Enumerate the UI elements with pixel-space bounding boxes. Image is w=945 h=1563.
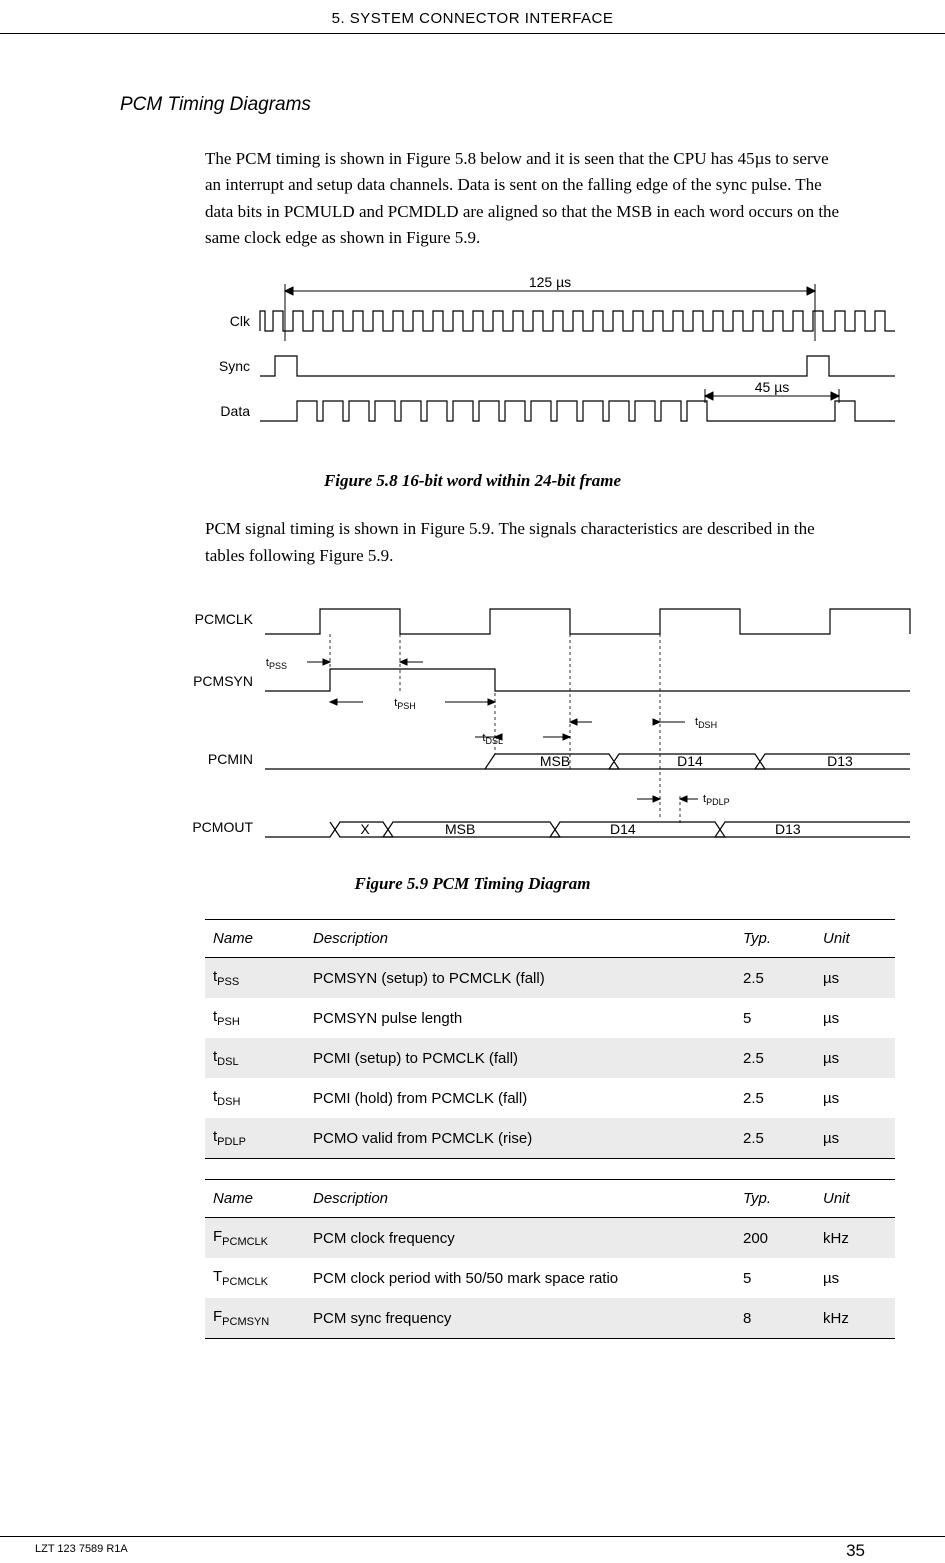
svg-text:Clk: Clk (230, 313, 251, 329)
figure-5-9-caption: Figure 5.9 PCM Timing Diagram (80, 874, 865, 894)
table-row: tDSLPCMI (setup) to PCMCLK (fall)2.5µs (205, 1038, 895, 1078)
table-header: Unit (815, 1180, 895, 1218)
paragraph-2: PCM signal timing is shown in Figure 5.9… (205, 516, 845, 569)
table-header: Name (205, 1180, 305, 1218)
footer-docid: LZT 123 7589 R1A (35, 1543, 128, 1555)
table-row: FPCMCLKPCM clock frequency200kHz (205, 1218, 895, 1259)
svg-text:MSB: MSB (540, 753, 570, 769)
svg-text:D13: D13 (827, 753, 853, 769)
table-header: Name (205, 920, 305, 958)
svg-text:Sync: Sync (219, 358, 250, 374)
svg-text:D14: D14 (677, 753, 703, 769)
svg-text:tPDLP: tPDLP (703, 793, 730, 807)
table-row: tPDLPPCMO valid from PCMCLK (rise)2.5µs (205, 1118, 895, 1159)
figure-5-8: 125 µs Clk Sync Data (175, 276, 865, 451)
page-header: 5. SYSTEM CONNECTOR INTERFACE (0, 0, 945, 34)
page-footer: LZT 123 7589 R1A 35 (0, 1536, 945, 1543)
svg-text:Data: Data (220, 403, 250, 419)
table-header: Unit (815, 920, 895, 958)
svg-text:X: X (360, 821, 370, 837)
svg-text:tPSS: tPSS (266, 657, 287, 671)
figure-5-8-caption: Figure 5.8 16-bit word within 24-bit fra… (80, 471, 865, 491)
timing-parameters-table: Name Description Typ. Unit tPSSPCMSYN (s… (205, 919, 895, 1159)
svg-text:PCMIN: PCMIN (208, 751, 253, 767)
svg-text:tDSH: tDSH (695, 716, 717, 730)
frequency-parameters-table: Name Description Typ. Unit FPCMCLKPCM cl… (205, 1179, 895, 1339)
table-row: tPSSPCMSYN (setup) to PCMCLK (fall)2.5µs (205, 958, 895, 999)
svg-text:125 µs: 125 µs (529, 276, 571, 290)
svg-text:45 µs: 45 µs (755, 379, 790, 395)
svg-text:PCMSYN: PCMSYN (193, 673, 253, 689)
table-row: tDSHPCMI (hold) from PCMCLK (fall)2.5µs (205, 1078, 895, 1118)
svg-text:D14: D14 (610, 821, 636, 837)
table-row: tPSHPCMSYN pulse length5µs (205, 998, 895, 1038)
table-header: Description (305, 1180, 735, 1218)
table-header: Description (305, 920, 735, 958)
svg-text:MSB: MSB (445, 821, 475, 837)
footer-page-number: 35 (846, 1541, 865, 1561)
paragraph-1: The PCM timing is shown in Figure 5.8 be… (205, 146, 845, 251)
svg-text:tDSL: tDSL (482, 732, 503, 746)
table-row: FPCMSYNPCM sync frequency8kHz (205, 1298, 895, 1339)
table-header: Typ. (735, 1180, 815, 1218)
svg-text:tPSH: tPSH (394, 697, 416, 711)
section-title: PCM Timing Diagrams (120, 94, 865, 116)
figure-5-9: PCMCLK PCMSYN (155, 594, 865, 854)
table-header: Typ. (735, 920, 815, 958)
svg-text:PCMCLK: PCMCLK (195, 611, 254, 627)
svg-text:D13: D13 (775, 821, 801, 837)
table-row: TPCMCLKPCM clock period with 50/50 mark … (205, 1258, 895, 1298)
svg-text:PCMOUT: PCMOUT (192, 819, 253, 835)
